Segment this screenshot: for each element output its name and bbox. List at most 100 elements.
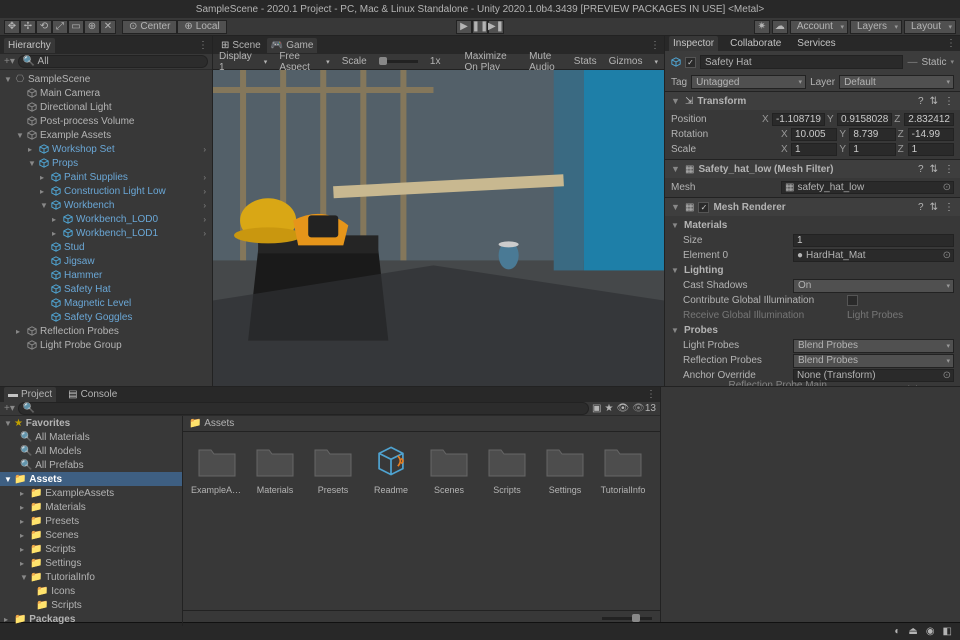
tree-row[interactable]: Main Camera — [0, 86, 212, 100]
status-icon[interactable]: ◉ — [926, 626, 935, 637]
static-dropdown[interactable]: ▾ — [950, 58, 954, 66]
stats-toggle[interactable]: Stats — [574, 56, 597, 67]
console-tab[interactable]: ▤Console — [64, 387, 121, 402]
snap-icon[interactable]: ✷ — [754, 20, 770, 34]
preset-icon[interactable]: ⇅ — [930, 96, 938, 107]
project-search-input[interactable]: 🔍 — [18, 402, 589, 415]
tree-row[interactable]: 🔍 All Models — [0, 444, 182, 458]
hidden-icon[interactable]: 👁 — [616, 403, 629, 414]
scale-slider[interactable] — [379, 60, 418, 63]
tree-row[interactable]: ▸📁 Scripts — [0, 542, 182, 556]
custom-tool[interactable]: ✕ — [100, 20, 116, 34]
transform-header[interactable]: ▼ ⇲ Transform ?⇅⋮ — [665, 92, 960, 110]
rect-tool[interactable]: ▭ — [68, 20, 84, 34]
gizmos-dropdown[interactable]: Gizmos — [609, 56, 643, 67]
game-viewport[interactable] — [213, 70, 664, 386]
tree-row[interactable]: ▸📁 Packages — [0, 612, 182, 626]
tree-row[interactable]: ▸📁 ExampleAssets — [0, 486, 182, 500]
tree-row[interactable]: Hammer — [0, 268, 212, 282]
scale-tool[interactable]: ⤢ — [52, 20, 68, 34]
asset-item[interactable]: Readme — [365, 440, 417, 495]
tree-row[interactable]: ▼ Example Assets — [0, 128, 212, 142]
pivot-center-toggle[interactable]: ⊙Center — [122, 20, 177, 34]
filter-icon[interactable]: ▣ — [592, 403, 601, 414]
step-button[interactable]: ▶❚ — [488, 20, 504, 34]
scene-menu-icon[interactable]: ⋮ — [650, 40, 660, 51]
light-probes-dropdown[interactable]: Blend Probes — [793, 339, 954, 353]
tree-row[interactable]: ▸ Paint Supplies › — [0, 170, 212, 184]
tree-row[interactable]: ▸📁 Settings — [0, 556, 182, 570]
hierarchy-menu-icon[interactable]: ⋮ — [198, 40, 208, 51]
breadcrumb[interactable]: 📁 Assets — [183, 416, 660, 432]
layout-dropdown[interactable]: Layout — [904, 20, 956, 34]
cloud-icon[interactable]: ☁ — [772, 20, 788, 34]
layers-dropdown[interactable]: Layers — [850, 20, 902, 34]
asset-item[interactable]: Scenes — [423, 440, 475, 495]
tree-row[interactable]: ▸ Construction Light Low › — [0, 184, 212, 198]
mesh-field[interactable]: ▦safety_hat_low⊙ — [781, 181, 954, 194]
favorite-icon[interactable]: ★ — [605, 403, 614, 414]
tree-row[interactable]: ▸📁 Materials — [0, 500, 182, 514]
status-icon[interactable]: ⏏ — [908, 626, 917, 637]
tree-row[interactable]: ▸ Reflection Probes — [0, 324, 212, 338]
tree-row[interactable]: 📁 Scripts — [0, 598, 182, 612]
pos-y-input[interactable]: 0.9158028 — [837, 113, 892, 126]
asset-item[interactable]: Scripts — [481, 440, 533, 495]
tree-row[interactable]: ▸ Workbench_LOD1 › — [0, 226, 212, 240]
asset-item[interactable]: Materials — [249, 440, 301, 495]
tree-row[interactable]: ▼⎔ SampleScene — [0, 72, 212, 86]
active-checkbox[interactable] — [685, 57, 696, 68]
asset-item[interactable]: Settings — [539, 440, 591, 495]
status-icon[interactable]: ◐ — [894, 626, 900, 637]
mat-el0-field[interactable]: ●HardHat_Mat⊙ — [793, 249, 954, 262]
status-icon[interactable]: ◧ — [943, 626, 952, 637]
asset-item[interactable]: ExampleAssets — [191, 440, 243, 495]
meshrenderer-header[interactable]: ▼▦ Mesh Renderer ?⇅⋮ — [665, 198, 960, 216]
services-tab[interactable]: Services — [793, 36, 839, 51]
tree-row[interactable]: ▼ Workbench › — [0, 198, 212, 212]
tree-row[interactable]: 🔍 All Prefabs — [0, 458, 182, 472]
move-tool[interactable]: ✢ — [20, 20, 36, 34]
rot-y-input[interactable]: 8.739 — [849, 128, 895, 141]
refl-probes-dropdown[interactable]: Blend Probes — [793, 354, 954, 368]
help-icon[interactable]: ? — [918, 96, 924, 107]
hand-tool[interactable]: ✥ — [4, 20, 20, 34]
hierarchy-search-input[interactable]: 🔍 All — [18, 55, 208, 68]
renderer-enabled-checkbox[interactable] — [698, 202, 709, 213]
project-create-icon[interactable]: +▾ — [4, 403, 15, 414]
asset-item[interactable]: TutorialInfo — [597, 440, 649, 495]
cgi-checkbox[interactable] — [847, 295, 858, 306]
rot-x-input[interactable]: 10.005 — [791, 128, 837, 141]
account-dropdown[interactable]: Account — [790, 20, 848, 34]
layer-dropdown[interactable]: Default — [839, 75, 954, 89]
pause-button[interactable]: ❚❚ — [472, 20, 488, 34]
grid-zoom-slider[interactable] — [602, 617, 652, 620]
scl-z-input[interactable]: 1 — [908, 143, 954, 156]
tree-row[interactable]: ▸📁 Scenes — [0, 528, 182, 542]
transform-tool[interactable]: ⊕ — [84, 20, 100, 34]
cast-shadows-dropdown[interactable]: On — [793, 279, 954, 293]
scl-y-input[interactable]: 1 — [849, 143, 895, 156]
tree-row[interactable]: ▸ Workshop Set › — [0, 142, 212, 156]
rot-z-input[interactable]: -14.99 — [908, 128, 954, 141]
mat-size-input[interactable]: 1 — [793, 234, 954, 247]
project-tab[interactable]: ▬Project — [4, 387, 56, 402]
asset-item[interactable]: Presets — [307, 440, 359, 495]
tree-row[interactable]: Safety Goggles — [0, 310, 212, 324]
tree-row[interactable]: ▼★ Favorites — [0, 416, 182, 430]
tree-row[interactable]: 🔍 All Materials — [0, 430, 182, 444]
scl-x-input[interactable]: 1 — [791, 143, 837, 156]
pivot-local-toggle[interactable]: ⊕Local — [177, 20, 226, 34]
tree-row[interactable]: ▸ Workbench_LOD0 › — [0, 212, 212, 226]
tree-row[interactable]: Stud — [0, 240, 212, 254]
inspector-tab[interactable]: Inspector — [669, 36, 718, 51]
tree-row[interactable]: Directional Light — [0, 100, 212, 114]
tree-row[interactable]: Safety Hat — [0, 282, 212, 296]
tree-row[interactable]: ▸📁 Presets — [0, 514, 182, 528]
rotate-tool[interactable]: ⟲ — [36, 20, 52, 34]
context-menu-icon[interactable]: ⋮ — [944, 96, 954, 107]
meshfilter-header[interactable]: ▼▦ Safety_hat_low (Mesh Filter) ?⇅⋮ — [665, 160, 960, 178]
project-menu-icon[interactable]: ⋮ — [646, 389, 656, 400]
inspector-menu-icon[interactable]: ⋮ — [946, 38, 956, 49]
tree-row[interactable]: ▼ Props — [0, 156, 212, 170]
